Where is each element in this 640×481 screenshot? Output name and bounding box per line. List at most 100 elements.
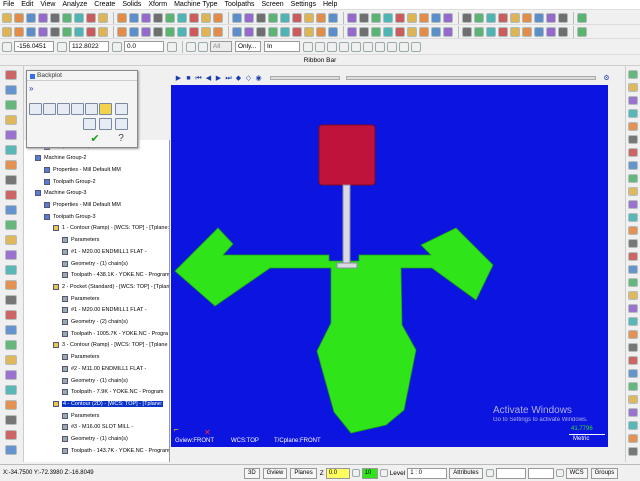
- tb2-tool-icon[interactable]: [268, 26, 278, 37]
- left-tool-icon[interactable]: [5, 205, 17, 215]
- left-tool-icon[interactable]: [5, 130, 17, 140]
- area-icon[interactable]: [363, 41, 373, 52]
- camera-icon[interactable]: ◉: [254, 74, 263, 83]
- display-holder-icon[interactable]: [43, 103, 56, 115]
- right-tool-icon[interactable]: [628, 70, 638, 79]
- tb2-tool-icon[interactable]: [232, 26, 242, 37]
- tb1-tool-icon[interactable]: [462, 12, 472, 23]
- left-tool-icon[interactable]: [5, 115, 17, 125]
- fast-point-icon[interactable]: [167, 41, 177, 52]
- tree-item[interactable]: Geometry - (1) chain(s): [62, 376, 128, 385]
- tb2-tool-icon[interactable]: [304, 26, 314, 37]
- tb1-tool-icon[interactable]: [268, 12, 278, 23]
- groups-button[interactable]: Groups: [590, 467, 619, 479]
- left-tool-icon[interactable]: [5, 415, 17, 425]
- operations-manager-tree[interactable]: Toolpath Group-1Machine Group-2Propertie…: [24, 140, 170, 462]
- right-tool-icon[interactable]: [628, 252, 638, 261]
- tb2-tool-icon[interactable]: [419, 26, 429, 37]
- right-tool-icon[interactable]: [628, 265, 638, 274]
- tb1-tool-icon[interactable]: [189, 12, 199, 23]
- tb2-tool-icon[interactable]: [2, 26, 12, 37]
- tb1-tool-icon[interactable]: [577, 12, 587, 23]
- right-tool-icon[interactable]: [628, 434, 638, 443]
- left-tool-icon[interactable]: [5, 325, 17, 335]
- tree-item[interactable]: Toolpath - 438.1K - YOKE.NC - Program: [62, 271, 169, 280]
- options-icon[interactable]: ⚙: [602, 74, 611, 83]
- tree-item[interactable]: Parameters: [62, 294, 99, 303]
- tb2-tool-icon[interactable]: [510, 26, 520, 37]
- tb2-tool-icon[interactable]: [474, 26, 484, 37]
- color-icon[interactable]: [351, 469, 360, 477]
- x-coordinate-input[interactable]: -156.0451: [14, 41, 54, 52]
- tb2-tool-icon[interactable]: [498, 26, 508, 37]
- menu-create[interactable]: Create: [94, 1, 115, 8]
- tb1-tool-icon[interactable]: [328, 12, 338, 23]
- step-back-icon[interactable]: ◀: [204, 74, 213, 83]
- tb1-tool-icon[interactable]: [431, 12, 441, 23]
- tb1-tool-icon[interactable]: [201, 12, 211, 23]
- tb1-tool-icon[interactable]: [534, 12, 544, 23]
- tree-item[interactable]: Parameters: [62, 411, 99, 420]
- right-tool-icon[interactable]: [628, 304, 638, 313]
- menu-file[interactable]: File: [3, 1, 14, 8]
- tree-item[interactable]: Toolpath - 1005.7K - YOKE.NC - Progra: [62, 329, 168, 338]
- tree-item[interactable]: Geometry - (1) chain(s): [62, 259, 128, 268]
- tb1-tool-icon[interactable]: [419, 12, 429, 23]
- quick-verify-icon[interactable]: [99, 103, 112, 115]
- tb2-tool-icon[interactable]: [383, 26, 393, 37]
- tb1-tool-icon[interactable]: [86, 12, 96, 23]
- tb2-tool-icon[interactable]: [165, 26, 175, 37]
- display-rapid-icon[interactable]: [57, 103, 70, 115]
- tree-item[interactable]: 1 - Contour (Ramp) - [WCS: TOP] - [Tplan…: [53, 224, 169, 233]
- window-icon[interactable]: [327, 41, 337, 52]
- tree-item[interactable]: 2 - Pocket (Standard) - [WCS: TOP] - [Tp…: [53, 282, 169, 291]
- left-tool-icon[interactable]: [5, 145, 17, 155]
- stop-icon[interactable]: ■: [184, 74, 193, 83]
- left-tool-icon[interactable]: [5, 340, 17, 350]
- tb1-tool-icon[interactable]: [558, 12, 568, 23]
- right-tool-icon[interactable]: [628, 382, 638, 391]
- tb2-tool-icon[interactable]: [50, 26, 60, 37]
- select-icon[interactable]: [186, 41, 196, 52]
- clear-colors-icon[interactable]: [555, 469, 564, 477]
- tb1-tool-icon[interactable]: [14, 12, 24, 23]
- tb1-tool-icon[interactable]: [141, 12, 151, 23]
- tb2-tool-icon[interactable]: [558, 26, 568, 37]
- info-icon[interactable]: [115, 103, 128, 115]
- tb1-tool-icon[interactable]: [117, 12, 127, 23]
- ok-checkmark-icon[interactable]: ✔: [89, 133, 101, 145]
- tb2-tool-icon[interactable]: [486, 26, 496, 37]
- tb1-tool-icon[interactable]: [395, 12, 405, 23]
- tb1-tool-icon[interactable]: [213, 12, 223, 23]
- tb1-tool-icon[interactable]: [26, 12, 36, 23]
- tree-item[interactable]: Machine Group-3: [35, 189, 87, 198]
- right-tool-icon[interactable]: [628, 187, 638, 196]
- z-depth-input[interactable]: 0.0: [325, 467, 350, 479]
- left-tool-icon[interactable]: [5, 355, 17, 365]
- tb2-tool-icon[interactable]: [577, 26, 587, 37]
- step-forward-icon[interactable]: ▶: [214, 74, 223, 83]
- tb1-tool-icon[interactable]: [232, 12, 242, 23]
- tb2-tool-icon[interactable]: [359, 26, 369, 37]
- tb1-tool-icon[interactable]: [383, 12, 393, 23]
- tree-item[interactable]: Toolpath Group-3: [44, 212, 96, 221]
- menu-screen[interactable]: Screen: [261, 1, 283, 8]
- pick-icon[interactable]: [198, 41, 208, 52]
- right-tool-icon[interactable]: [628, 317, 638, 326]
- z-coordinate-icon[interactable]: [112, 41, 122, 52]
- conveyor-icon[interactable]: ◇: [244, 74, 253, 83]
- tree-item[interactable]: Geometry - (1) chain(s): [62, 435, 128, 444]
- tree-item[interactable]: Toolpath Group-2: [44, 177, 96, 186]
- left-tool-icon[interactable]: [5, 190, 17, 200]
- color-swatch[interactable]: 10: [361, 467, 378, 479]
- smart-icon[interactable]: [411, 41, 421, 52]
- tb1-tool-icon[interactable]: [407, 12, 417, 23]
- left-tool-icon[interactable]: [5, 85, 17, 95]
- right-tool-icon[interactable]: [628, 122, 638, 131]
- mask-icon[interactable]: [399, 41, 409, 52]
- tb1-tool-icon[interactable]: [443, 12, 453, 23]
- right-tool-icon[interactable]: [628, 148, 638, 157]
- tb1-tool-icon[interactable]: [98, 12, 108, 23]
- tb2-tool-icon[interactable]: [431, 26, 441, 37]
- trace-icon[interactable]: ◆: [234, 74, 243, 83]
